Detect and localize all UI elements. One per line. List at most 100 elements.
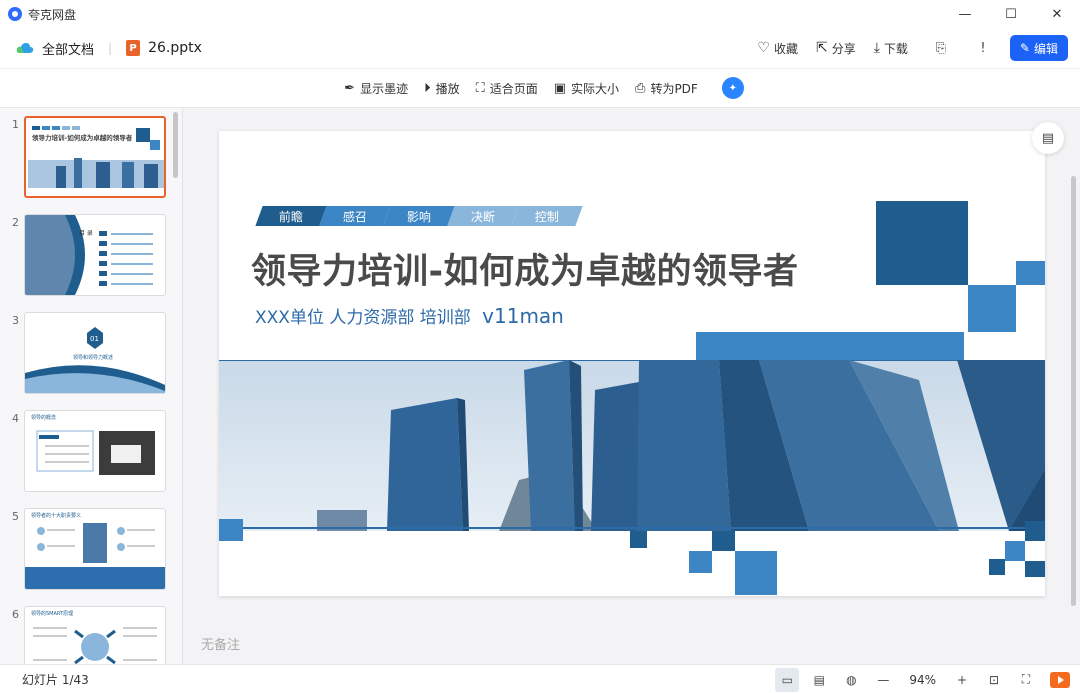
- actual-size-label: 实际大小: [571, 81, 620, 96]
- deco-square: [989, 559, 1005, 575]
- thumbnail-slide-2-art: 目 录: [25, 215, 153, 295]
- viewer-toolbar: ✒ 显示墨迹 ⏵ 播放 ⛶ 适合页面 ▣ 实际大小 ⎙ 转为PDF ✦: [0, 68, 1080, 108]
- zoom-in-button[interactable]: +: [950, 668, 974, 692]
- title-bar: 夸克网盘 — ☐ ✕: [0, 0, 1080, 28]
- deco-square: [968, 285, 1016, 332]
- thumbnail-slide-1-art: 领导力培训-如何成为卓越的领导者: [28, 126, 164, 188]
- pdf-icon: ⎙: [635, 80, 646, 96]
- play-circle-icon: ⏵: [424, 80, 431, 96]
- deco-square: [630, 531, 647, 548]
- feedback-icon[interactable]: !: [974, 39, 992, 57]
- fullscreen-button[interactable]: ⛶: [1014, 668, 1038, 692]
- play-button[interactable]: ⏵ 播放: [424, 80, 460, 97]
- thumbnail-number: 1: [12, 118, 19, 131]
- thumbnail-number: 5: [12, 510, 19, 523]
- thumbnail-slide-4-art: 领导的概念: [31, 414, 155, 475]
- actual-size-icon: ▣: [553, 80, 567, 96]
- thumbnail-item[interactable]: 3 01 领导和领导力概述: [0, 312, 182, 402]
- zoom-out-button[interactable]: —: [871, 668, 895, 692]
- web-view-button[interactable]: ◍: [839, 668, 863, 692]
- fit-page-button[interactable]: ⛶ 适合页面: [476, 80, 538, 97]
- thumb2-heading: 目 录: [79, 229, 93, 237]
- close-button[interactable]: ✕: [1034, 0, 1080, 28]
- tag-influence: 影响: [383, 206, 455, 226]
- download-button[interactable]: ⤓ 下载: [874, 40, 908, 57]
- thumbnail-slide-3[interactable]: 01 领导和领导力概述: [24, 312, 166, 394]
- thumbnail-number: 6: [12, 608, 19, 621]
- status-controls: ▭ ▤ ◍ — 94% + ⊡ ⛶: [767, 665, 1070, 693]
- thumbnail-slide-2[interactable]: 目 录: [24, 214, 166, 296]
- fit-icon: ⊡: [988, 672, 1000, 687]
- thumbnail-slide-6-art: 领导的SMART原理: [31, 610, 157, 664]
- notes-icon: ▤: [813, 672, 825, 687]
- thumb4-heading: 领导的概念: [31, 414, 56, 421]
- status-bar: 幻灯片 1/43 ▭ ▤ ◍ — 94% + ⊡ ⛶: [0, 664, 1080, 693]
- share-icon: ⇱: [815, 40, 828, 56]
- deco-square: [876, 201, 968, 285]
- thumb6-heading: 领导的SMART原理: [31, 610, 73, 617]
- ai-icon: ✦: [728, 82, 738, 94]
- deco-square: [689, 551, 712, 573]
- city-skyline-image: [219, 360, 1045, 531]
- thumbnail-item[interactable]: 1 领导力培训-如何成为卓越的领导者: [0, 116, 182, 206]
- deco-bar: [696, 332, 964, 360]
- thumbnail-slide-3-art: 01 领导和领导力概述: [25, 327, 165, 393]
- download-label: 下载: [883, 41, 908, 56]
- thumb3-caption: 领导和领导力概述: [73, 354, 113, 361]
- slideshow-play-button[interactable]: [1050, 671, 1070, 688]
- thumbnail-number: 4: [12, 412, 19, 425]
- fit-window-button[interactable]: ⊡: [982, 668, 1006, 692]
- plus-icon: +: [956, 672, 968, 687]
- normal-view-button[interactable]: ▭: [775, 667, 800, 692]
- thumbnail-slide-6[interactable]: 领导的SMART原理: [24, 606, 166, 664]
- all-docs-label: 全部文档: [42, 42, 95, 58]
- quark-logo-icon: [8, 7, 22, 21]
- show-ink-label: 显示墨迹: [360, 81, 409, 96]
- thumb3-badge: 01: [90, 335, 99, 343]
- share-button[interactable]: ⇱ 分享: [816, 40, 856, 57]
- maximize-button[interactable]: ☐: [988, 0, 1034, 28]
- thumbnail-slide-4[interactable]: 领导的概念: [24, 410, 166, 492]
- breadcrumb-separator: |: [108, 41, 113, 55]
- thumbnail-item[interactable]: 5 领导者的十大职责要义: [0, 508, 182, 598]
- thumbnail-slide-5-art: 领导者的十大职责要义: [25, 512, 165, 589]
- thumbnail-slide-1[interactable]: 领导力培训-如何成为卓越的领导者: [24, 116, 166, 198]
- cloud-icon: [16, 43, 34, 53]
- edit-label: 编辑: [1033, 41, 1058, 56]
- fit-page-icon: ⛶: [475, 80, 485, 96]
- edit-button[interactable]: ✎ 编辑: [1009, 35, 1068, 61]
- tag-foresight: 前瞻: [255, 206, 327, 226]
- slide-title: 领导力培训-如何成为卓越的领导者: [251, 252, 799, 292]
- window-controls: — ☐ ✕: [942, 0, 1080, 28]
- export-icon[interactable]: ⎘: [932, 39, 950, 57]
- deco-square: [735, 551, 777, 595]
- breadcrumb-all-docs[interactable]: 全部文档: [16, 39, 94, 58]
- thumbnail-item[interactable]: 2 目 录: [0, 214, 182, 304]
- feather-icon: ✒: [344, 80, 356, 96]
- tag-decide: 决断: [447, 206, 519, 226]
- deco-square: [1025, 521, 1045, 541]
- thumbnail-item[interactable]: 6 领导的SMART原理: [0, 606, 182, 664]
- minimize-button[interactable]: —: [942, 0, 988, 28]
- thumbnail-item[interactable]: 4 领导的概念: [0, 410, 182, 500]
- thumbnail-slide-5[interactable]: 领导者的十大职责要义: [24, 508, 166, 590]
- to-pdf-label: 转为PDF: [650, 81, 698, 96]
- tag-inspire: 感召: [319, 206, 391, 226]
- show-ink-button[interactable]: ✒ 显示墨迹: [344, 80, 408, 97]
- floating-tool-button[interactable]: ▤: [1032, 122, 1064, 154]
- thumb1-title: 领导力培训-如何成为卓越的领导者: [32, 133, 133, 142]
- deco-gap: [968, 332, 1045, 360]
- deco-square: [219, 519, 243, 541]
- notes-view-button[interactable]: ▤: [807, 668, 831, 692]
- heart-icon: ♡: [757, 40, 770, 56]
- actual-size-button[interactable]: ▣ 实际大小: [554, 80, 619, 97]
- pptx-file-icon: P: [126, 40, 141, 56]
- slide-canvas: 前瞻 感召 影响 决断 控制 领导力培训-如何成为卓越的领导者 XXX单位 人力…: [184, 108, 1080, 664]
- slide-view-icon: ▭: [781, 672, 793, 687]
- tag-control: 控制: [511, 206, 583, 226]
- canvas-scrollbar[interactable]: [1071, 176, 1076, 606]
- favorite-button[interactable]: ♡ 收藏: [757, 40, 798, 57]
- to-pdf-button[interactable]: ⎙ 转为PDF: [635, 80, 698, 97]
- ai-assistant-button[interactable]: ✦: [721, 77, 744, 99]
- thumbnail-number: 3: [12, 314, 19, 327]
